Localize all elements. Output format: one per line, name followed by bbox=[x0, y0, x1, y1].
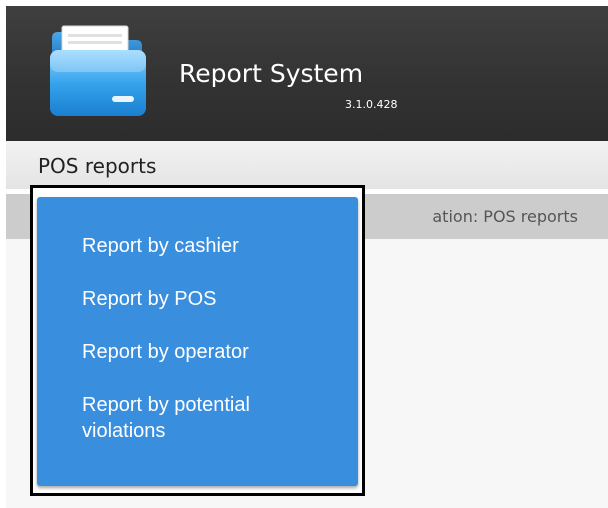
menu-bar: POS reports bbox=[6, 141, 608, 189]
app-version: 3.1.0.428 bbox=[345, 98, 398, 111]
folder-icon bbox=[50, 25, 146, 116]
menu-item-report-by-potential-violations[interactable]: Report by potential violations bbox=[82, 392, 250, 444]
menu-item-report-by-operator[interactable]: Report by operator bbox=[82, 339, 249, 365]
menu-pos-reports[interactable]: POS reports bbox=[38, 154, 156, 178]
menu-item-report-by-cashier[interactable]: Report by cashier bbox=[82, 233, 239, 259]
app-title: Report System bbox=[179, 59, 364, 88]
app-header: Report System 3.1.0.428 bbox=[6, 6, 608, 141]
menu-item-report-by-pos[interactable]: Report by POS bbox=[82, 286, 217, 312]
page: Report System 3.1.0.428 POS reports atio… bbox=[0, 0, 608, 508]
dropdown-menu: Report by cashier Report by POS Report b… bbox=[37, 197, 358, 486]
pos-reports-dropdown: Report by cashier Report by POS Report b… bbox=[30, 185, 365, 496]
location-text: ation: POS reports bbox=[432, 207, 578, 226]
